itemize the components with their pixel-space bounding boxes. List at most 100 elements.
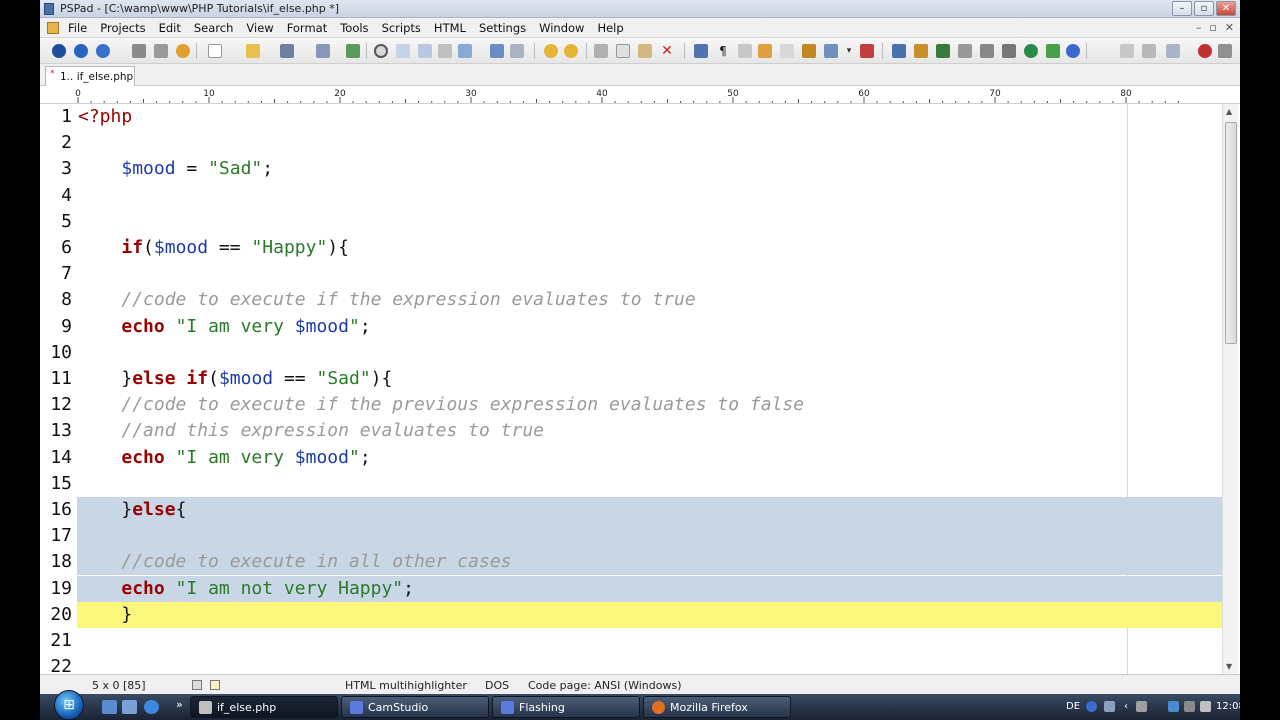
tag-icon[interactable] [980,44,994,58]
menu-help[interactable]: Help [597,21,623,35]
task-if-else-php[interactable]: if_else.php [190,696,338,718]
menu-search[interactable]: Search [194,21,234,35]
code-line[interactable] [77,261,1222,287]
compare-icon[interactable] [346,44,360,58]
print-icon[interactable] [510,44,524,58]
menu-settings[interactable]: Settings [479,21,526,35]
menu-html[interactable]: HTML [434,21,466,35]
clock[interactable]: 12:08 [1216,701,1240,712]
bookmark-toggle-icon[interactable] [860,44,874,58]
line-ending[interactable]: DOS [485,679,509,692]
code-line[interactable] [77,497,1222,523]
minimize-button[interactable]: – [1172,1,1192,16]
wrap-icon[interactable] [824,44,838,58]
redo-icon[interactable] [564,44,578,58]
code-editor[interactable]: 1 2 3 4 5 6 7 8 9 10 11 12 13 14 15 16 17 18 19 20 21 22 <?ph… [40,104,1240,674]
tray-expand-icon[interactable]: ‹ [1124,701,1128,712]
clip-icon[interactable] [1142,44,1156,58]
highlight-icon[interactable] [758,44,772,58]
show-desktop-icon[interactable] [102,700,117,714]
new-file-icon[interactable] [208,44,222,58]
gear-icon[interactable] [176,44,190,58]
cut-icon[interactable] [594,44,608,58]
project-save-icon[interactable] [96,44,110,58]
task-flashing[interactable]: Flashing [492,696,640,718]
battery-icon[interactable] [1184,701,1195,712]
close-button[interactable]: ✕ [1216,1,1236,16]
project-settings-icon[interactable] [154,44,168,58]
start-button[interactable]: ⊞ [54,690,84,720]
search-icon[interactable] [374,44,388,58]
menu-scripts[interactable]: Scripts [382,21,421,35]
undo-icon[interactable] [544,44,558,58]
scrollbar-thumb[interactable] [1225,122,1237,344]
macro-icon[interactable] [1120,44,1134,58]
vertical-scrollbar[interactable]: ▲ ▼ [1222,104,1238,674]
scroll-up-icon[interactable]: ▲ [1226,107,1232,116]
code-line[interactable] [77,130,1222,156]
code-line[interactable] [77,523,1222,550]
ctag-icon[interactable] [1002,44,1016,58]
record-icon[interactable] [1198,44,1212,58]
html-tidy-icon[interactable] [958,44,972,58]
column-mode-icon[interactable] [780,44,794,58]
select-all-icon[interactable] [694,44,708,58]
monitor-icon[interactable] [1168,701,1179,712]
paste-icon[interactable] [638,44,652,58]
lock-icon[interactable] [802,44,816,58]
help-icon[interactable] [1086,701,1097,712]
quick-launch-more-icon[interactable]: » [176,698,183,711]
network-icon[interactable] [1104,701,1115,712]
mdi-minimize-button[interactable]: – [1196,21,1202,34]
connection-icon[interactable] [1136,701,1147,712]
tab-if-else-php[interactable]: * 1.. if_else.php [45,66,135,86]
window-switcher-icon[interactable] [122,700,137,714]
menu-edit[interactable]: Edit [159,21,181,35]
code-line[interactable] [77,654,1222,674]
project-close-icon[interactable] [132,44,146,58]
mdi-restore-button[interactable]: ▫ [1209,21,1216,34]
code-line[interactable] [77,471,1222,497]
volume-icon[interactable] [1200,701,1211,712]
document-icon[interactable] [47,22,59,34]
pilcrow-icon[interactable]: ¶ [716,44,730,58]
project-open-icon[interactable] [74,44,88,58]
project-new-icon[interactable] [52,44,66,58]
task-mozilla-firefox[interactable]: Mozilla Firefox [643,696,791,718]
validator-icon[interactable] [1046,44,1060,58]
preview-icon[interactable] [490,44,504,58]
menu-format[interactable]: Format [287,21,328,35]
save-all-icon[interactable] [316,44,330,58]
menu-projects[interactable]: Projects [100,21,145,35]
mdi-close-button[interactable]: ✕ [1225,21,1234,34]
table-icon[interactable] [936,44,950,58]
delete-icon[interactable]: ✕ [660,44,674,58]
settings-dropdown-icon[interactable]: ▾ [842,44,856,58]
scroll-down-icon[interactable]: ▼ [1226,662,1232,671]
highlighter-name[interactable]: HTML multihighlighter [345,679,467,692]
code-line[interactable] [77,209,1222,235]
language-indicator[interactable]: DE [1066,701,1080,712]
bracket-match-icon[interactable] [438,44,452,58]
box-icon[interactable] [914,44,928,58]
indent-icon[interactable] [892,44,906,58]
menu-window[interactable]: Window [539,21,584,35]
menu-tools[interactable]: Tools [340,21,368,35]
task-camstudio[interactable]: CamStudio [341,696,489,718]
copy-icon[interactable] [616,44,630,58]
code-line[interactable] [77,628,1222,654]
code-line[interactable] [77,104,1222,130]
replace-icon[interactable] [396,44,410,58]
save-icon[interactable] [280,44,294,58]
line-numbers-icon[interactable] [738,44,752,58]
window-list-icon[interactable] [1166,44,1180,58]
maximize-button[interactable]: ▫ [1194,1,1214,16]
preferences-icon[interactable] [1218,44,1232,58]
google-icon[interactable] [1066,44,1080,58]
menu-file[interactable]: File [68,21,87,35]
globe-icon[interactable] [1024,44,1038,58]
code-line[interactable] [77,340,1222,366]
bookmark-icon[interactable] [458,44,472,58]
code-page[interactable]: Code page: ANSI (Windows) [528,679,682,692]
code-line[interactable] [77,601,1222,628]
